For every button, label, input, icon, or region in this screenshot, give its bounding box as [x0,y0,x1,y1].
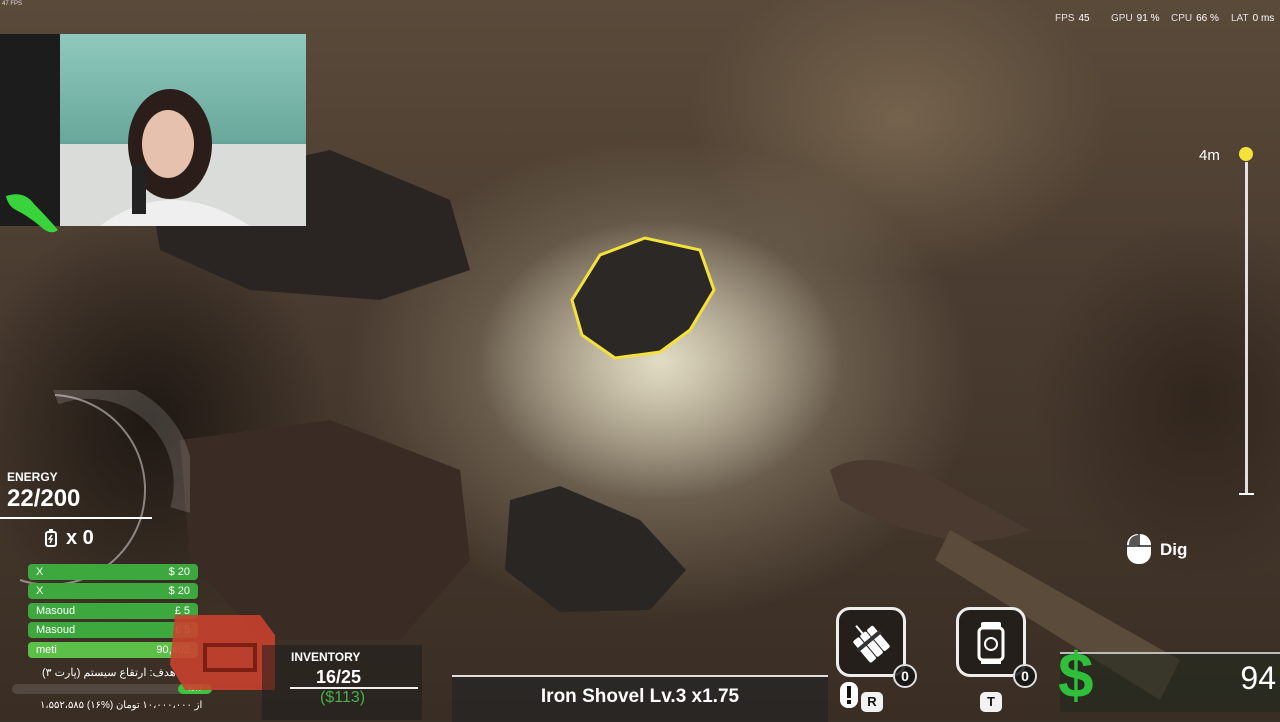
mouse-left-click-icon [1127,534,1151,564]
lantern-count: 0 [1013,664,1037,688]
donation-item: X $ 20 [28,583,198,599]
key-r: R [861,692,883,712]
cpu-readout: CPU 66 % [1171,13,1219,24]
energy-title: ENERGY [7,470,58,484]
boulder-bottom [505,486,686,612]
lantern-icon [977,622,1005,664]
lantern-slot[interactable] [956,607,1026,677]
tool-name: Iron Shovel Lv.3 x1.75 [540,686,740,707]
inventory-value: ($113) [320,689,366,706]
depth-label: 4m [1199,147,1220,164]
goal-title: هدف: ارتقاع سیستم (پارت ۳) [42,667,176,679]
dynamite-count: 0 [893,664,917,688]
goal-subtitle: ۱،۵۵۲،۵۸۵ از ۱۰،۰۰۰،۰۰۰ تومان (%۱۶) [40,700,203,711]
inventory-count: 16/25 [316,667,362,687]
fps-readout: FPS 45 [1055,13,1090,24]
battery-count: x 0 [66,527,94,549]
dynamite-icon [853,625,890,663]
energy-value: 22/200 [7,485,81,512]
donation-item: X $ 20 [28,564,198,580]
shovel-blade [830,460,1030,542]
battery-icon [45,529,57,547]
highlighted-ore-rock[interactable] [570,236,716,360]
streamer-avatar [60,89,306,226]
dynamite-slot[interactable] [836,607,906,677]
depth-marker-icon [1239,147,1253,161]
streamer-webcam [60,34,306,226]
money-value: 94 [1240,660,1276,696]
gpu-readout: GPU 91 % [1111,13,1160,24]
dollar-icon: $ [1058,639,1094,711]
corner-fps: 47 FPS [2,1,23,7]
dig-action-label: Dig [1160,540,1188,559]
latency-readout: LAT 0 ms [1231,13,1275,24]
key-t: T [980,692,1002,712]
depth-bar [1245,162,1248,494]
gecko-logo [6,194,58,233]
inventory-title: INVENTORY [291,650,361,664]
depth-bar-foot [1239,493,1254,495]
alert-icon [840,682,858,708]
